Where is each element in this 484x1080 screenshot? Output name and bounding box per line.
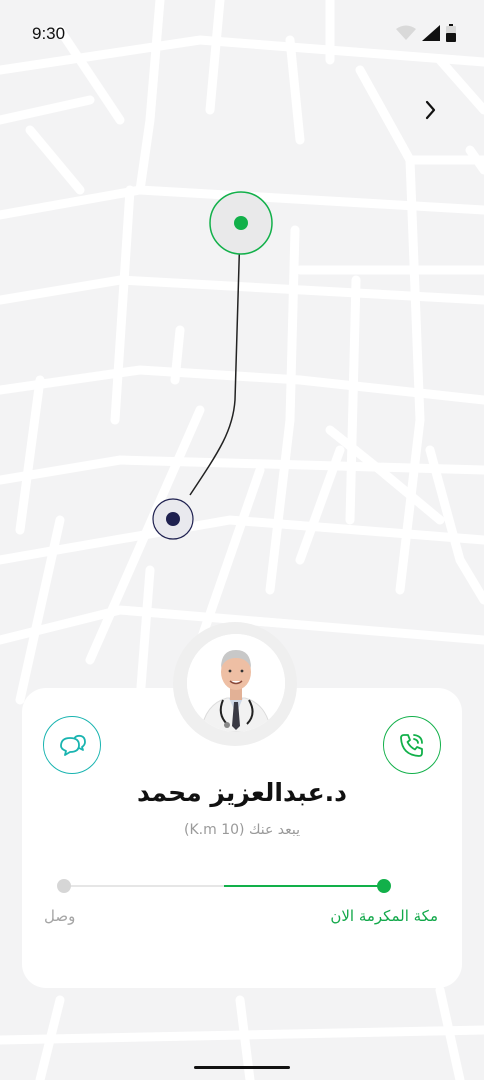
doctor-location-marker[interactable] xyxy=(209,191,273,255)
chat-bubbles-icon xyxy=(60,734,86,756)
status-bar: 9:30 xyxy=(0,0,484,70)
status-time: 9:30 xyxy=(32,24,66,43)
wifi-icon xyxy=(396,25,416,40)
call-button[interactable] xyxy=(383,716,441,774)
phone-call-icon xyxy=(400,734,423,757)
destination-label: مكة المكرمة الان xyxy=(330,907,438,925)
battery-icon xyxy=(446,24,456,42)
doctor-avatar xyxy=(187,634,285,732)
trip-progress xyxy=(57,879,391,893)
cellular-signal-icon xyxy=(422,25,440,41)
doctor-name: د.عبدالعزيز محمد xyxy=(136,778,347,807)
status-icons xyxy=(396,24,456,42)
user-location-marker[interactable] xyxy=(152,498,194,540)
progress-end-dot xyxy=(377,879,391,893)
home-indicator[interactable] xyxy=(194,1066,290,1069)
arrived-label: وصل xyxy=(44,907,76,925)
doctor-distance: يبعد عنك (10 K.m) xyxy=(184,822,300,838)
progress-start-dot xyxy=(57,879,71,893)
chevron-right-icon[interactable] xyxy=(417,96,445,124)
chat-button[interactable] xyxy=(43,716,101,774)
